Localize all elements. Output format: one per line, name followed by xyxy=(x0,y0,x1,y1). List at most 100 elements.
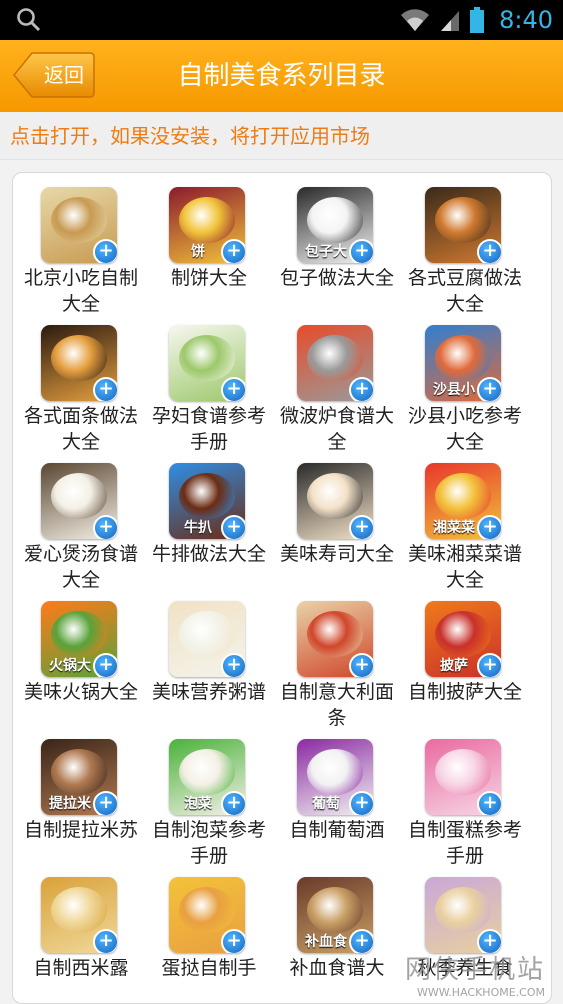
back-button[interactable]: 返回 xyxy=(12,51,96,99)
dish-image xyxy=(51,473,107,519)
porridge-icon[interactable]: + xyxy=(169,601,245,677)
app-item[interactable]: 泡菜 + 自制泡菜参考手册 xyxy=(145,737,273,875)
sushi-icon[interactable]: + xyxy=(297,463,373,539)
noodle-icon[interactable]: + xyxy=(41,325,117,401)
install-plus-icon: + xyxy=(93,929,117,953)
app-name: 各式面条做法大全 xyxy=(23,405,138,453)
install-plus-icon: + xyxy=(477,791,501,815)
sago-icon[interactable]: + xyxy=(41,877,117,953)
app-name: 自制蛋糕参考手册 xyxy=(407,819,522,867)
icon-tag: 披萨 xyxy=(440,658,468,674)
search-icon[interactable] xyxy=(16,7,42,33)
app-item[interactable]: + 各式豆腐做法大全 xyxy=(401,185,529,323)
pizza-icon[interactable]: 披萨 + xyxy=(425,601,501,677)
pastry-icon[interactable]: + xyxy=(41,187,117,263)
app-item[interactable]: + 自制西米露 xyxy=(17,875,145,1003)
dish-image xyxy=(435,887,491,933)
app-name: 北京小吃自制大全 xyxy=(23,267,138,315)
app-item[interactable]: 包子大 + 包子做法大全 xyxy=(273,185,401,323)
cupcake-icon[interactable]: + xyxy=(425,739,501,815)
dish-image xyxy=(51,749,107,795)
install-plus-icon: + xyxy=(93,653,117,677)
tiramisu-icon[interactable]: 提拉米 + xyxy=(41,739,117,815)
icon-tag: 葡萄 xyxy=(312,796,340,812)
app-name: 自制披萨大全 xyxy=(407,681,522,703)
icon-tag: 沙县小 xyxy=(433,382,475,398)
icon-tag: 包子大 xyxy=(305,244,347,260)
dish-image xyxy=(435,335,491,381)
app-name: 自制泡菜参考手册 xyxy=(151,819,266,867)
mother-icon[interactable]: + xyxy=(169,325,245,401)
blood-soup-icon[interactable]: 补血食 + xyxy=(297,877,373,953)
wine-icon[interactable]: 葡萄 + xyxy=(297,739,373,815)
watermark-text: 网侠手机站 xyxy=(404,955,545,985)
app-item[interactable]: 湘菜菜 + 美味湘菜菜谱大全 xyxy=(401,461,529,599)
app-item[interactable]: 葡萄 + 自制葡萄酒 xyxy=(273,737,401,875)
app-item[interactable]: + 蛋挞自制手 xyxy=(145,875,273,1003)
dish-image xyxy=(435,197,491,243)
dish-image xyxy=(179,611,235,657)
egg-tart-icon[interactable]: + xyxy=(169,877,245,953)
hunan-dish-icon[interactable]: 湘菜菜 + xyxy=(425,463,501,539)
dish-image xyxy=(51,887,107,933)
app-item[interactable]: 牛扒 + 牛排做法大全 xyxy=(145,461,273,599)
app-item[interactable]: + 自制意大利面条 xyxy=(273,599,401,737)
app-item[interactable]: 披萨 + 自制披萨大全 xyxy=(401,599,529,737)
dish-image xyxy=(307,473,363,519)
kimchi-icon[interactable]: 泡菜 + xyxy=(169,739,245,815)
app-item[interactable]: 补血食 + 补血食谱大 xyxy=(273,875,401,1003)
install-plus-icon: + xyxy=(93,515,117,539)
app-item[interactable]: + 北京小吃自制大全 xyxy=(17,185,145,323)
dish-image xyxy=(179,749,235,795)
app-item[interactable]: 饼 + 制饼大全 xyxy=(145,185,273,323)
steak-icon[interactable]: 牛扒 + xyxy=(169,463,245,539)
install-plus-icon: + xyxy=(349,929,373,953)
install-plus-icon: + xyxy=(349,515,373,539)
watermark-url: WWW.HACKHOME.COM xyxy=(416,986,545,999)
app-name: 爱心煲汤食谱大全 xyxy=(23,543,138,591)
app-name: 沙县小吃参考大全 xyxy=(407,405,522,453)
app-name: 制饼大全 xyxy=(170,267,247,289)
app-item[interactable]: + 爱心煲汤食谱大全 xyxy=(17,461,145,599)
app-item[interactable]: + 微波炉食谱大全 xyxy=(273,323,401,461)
app-name: 蛋挞自制手 xyxy=(161,957,257,979)
install-plus-icon: + xyxy=(93,377,117,401)
battery-icon xyxy=(470,7,485,33)
app-name: 自制意大利面条 xyxy=(279,681,394,729)
hotpot-icon[interactable]: + xyxy=(41,463,117,539)
dish-image xyxy=(51,611,107,657)
pancake-icon[interactable]: 饼 + xyxy=(169,187,245,263)
app-name: 美味寿司大全 xyxy=(279,543,394,565)
install-notice: 点击打开，如果没安装，将打开应用市场 xyxy=(0,112,563,160)
icon-tag: 饼 xyxy=(191,244,205,260)
app-item[interactable]: + 美味寿司大全 xyxy=(273,461,401,599)
icon-tag: 火锅大 xyxy=(49,658,91,674)
app-panel: + 北京小吃自制大全饼 + 制饼大全 包子大 + 包子做法大全 + 各式豆腐做法大全 + 各式面条做… xyxy=(12,172,552,1004)
hot-pot-icon[interactable]: 火锅大 + xyxy=(41,601,117,677)
app-item[interactable]: 火锅大 + 美味火锅大全 xyxy=(17,599,145,737)
install-plus-icon: + xyxy=(477,653,501,677)
bun-icon[interactable]: 包子大 + xyxy=(297,187,373,263)
pasta-icon[interactable]: + xyxy=(297,601,373,677)
tofu-icon[interactable]: + xyxy=(425,187,501,263)
app-item[interactable]: + 各式面条做法大全 xyxy=(17,323,145,461)
clock: 8:40 xyxy=(499,6,553,34)
install-plus-icon: + xyxy=(349,791,373,815)
install-plus-icon: + xyxy=(221,377,245,401)
app-item[interactable]: 沙县小 + 沙县小吃参考大全 xyxy=(401,323,529,461)
header-bar: 自制美食系列目录 返回 xyxy=(0,40,563,112)
app-item[interactable]: + 美味营养粥谱 xyxy=(145,599,273,737)
back-label: 返回 xyxy=(44,63,84,87)
app-item[interactable]: + 孕妇食谱参考手册 xyxy=(145,323,273,461)
soup-icon[interactable]: 沙县小 + xyxy=(425,325,501,401)
autumn-dish-icon[interactable]: + xyxy=(425,877,501,953)
app-name: 牛排做法大全 xyxy=(151,543,266,565)
dish-image xyxy=(179,887,235,933)
app-item[interactable]: + 自制蛋糕参考手册 xyxy=(401,737,529,875)
watermark: 网侠手机站 WWW.HACKHOME.COM xyxy=(405,949,545,999)
app-item[interactable]: 提拉米 + 自制提拉米苏 xyxy=(17,737,145,875)
install-plus-icon: + xyxy=(221,239,245,263)
install-plus-icon: + xyxy=(349,377,373,401)
dish-image xyxy=(435,749,491,795)
microwave-icon[interactable]: + xyxy=(297,325,373,401)
